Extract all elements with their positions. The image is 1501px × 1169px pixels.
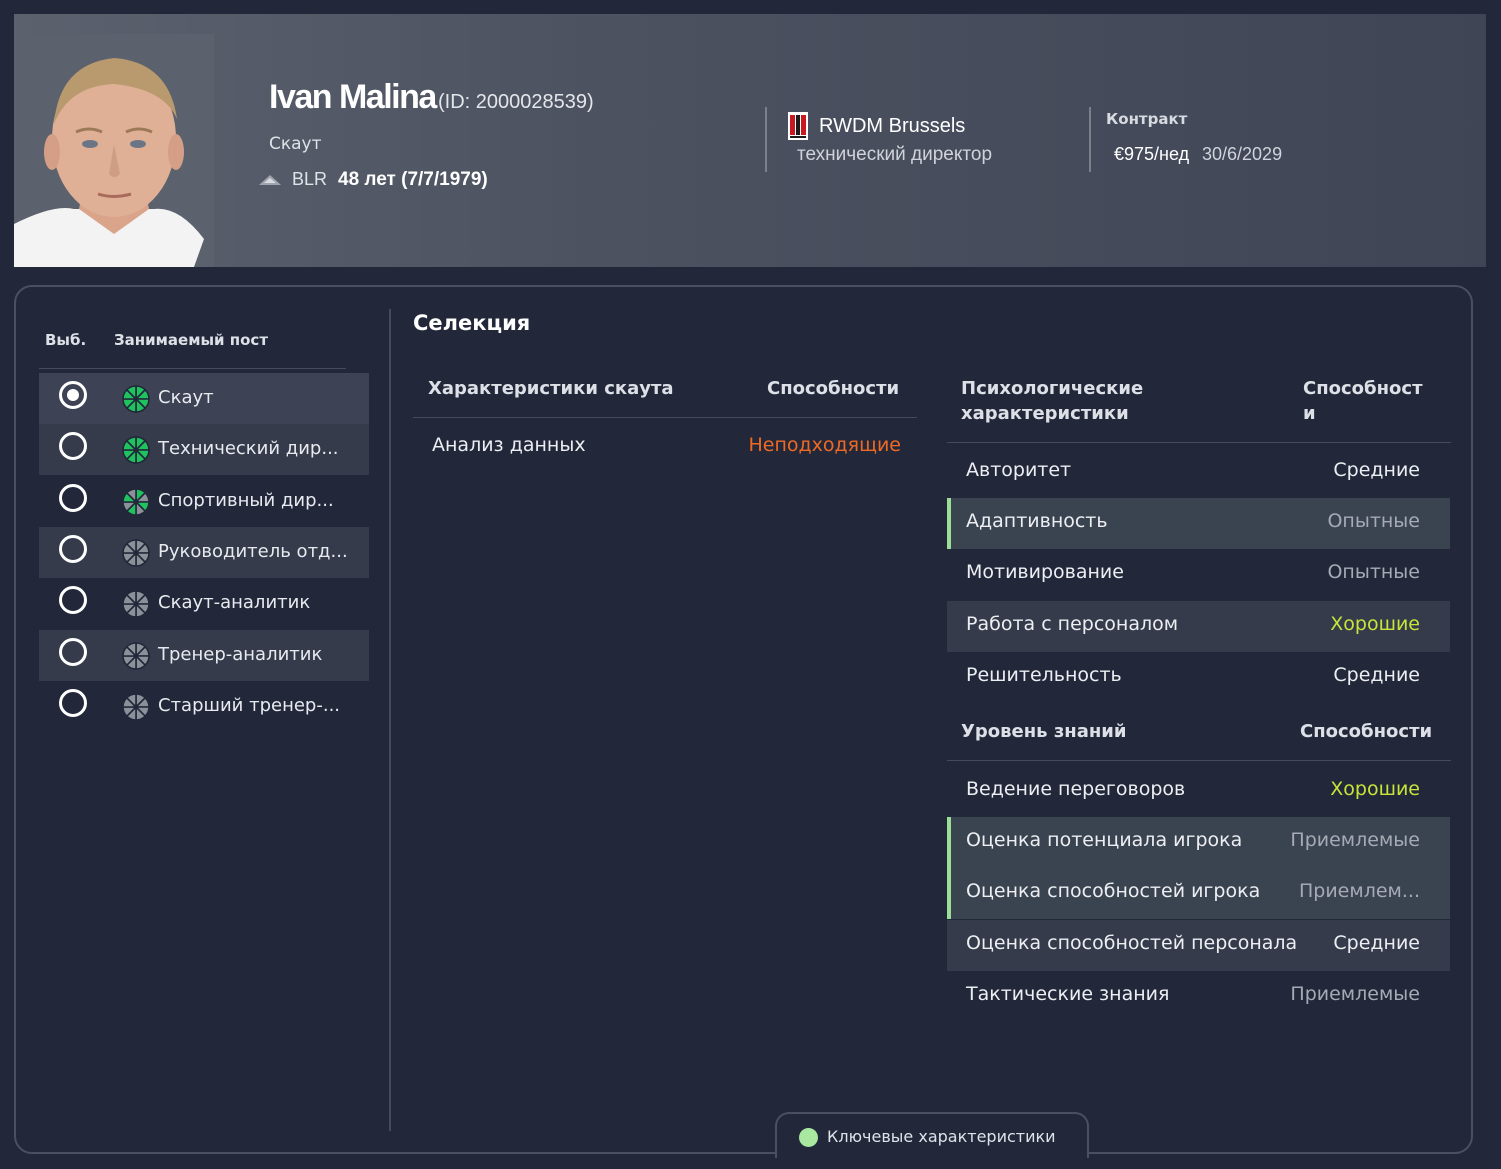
staff-id: (ID: 2000028539) bbox=[438, 91, 594, 113]
role-rating-icon bbox=[121, 384, 151, 414]
knowledge-header-divider bbox=[947, 760, 1451, 761]
attribute-row[interactable]: Мотивирование Опытные bbox=[947, 549, 1450, 600]
main-panel: Выб. Занимаемый пост Скаут Технический ди… bbox=[14, 285, 1473, 1158]
attribute-row[interactable]: Решительность Средние bbox=[947, 652, 1450, 703]
attribute-row[interactable]: Адаптивность Опытные bbox=[947, 498, 1450, 550]
header-divider bbox=[765, 107, 767, 172]
attribute-name: Оценка способностей персонала bbox=[966, 931, 1298, 954]
col-select-header: Выб. bbox=[45, 331, 87, 349]
attribute-row[interactable]: Авторитет Средние bbox=[947, 447, 1450, 498]
role-label: Технический дир... bbox=[158, 438, 339, 460]
role-label: Спортивный дир... bbox=[158, 489, 334, 511]
nationality[interactable]: BLR bbox=[292, 169, 327, 190]
attribute-row[interactable]: Работа с персоналом Хорошие bbox=[947, 600, 1450, 652]
attribute-value: Опытные bbox=[1327, 510, 1420, 533]
header-divider bbox=[1089, 107, 1091, 172]
roles-header-divider bbox=[39, 368, 346, 369]
age-dob: 48 лет (7/7/1979) bbox=[338, 169, 488, 190]
section-title: Селекция bbox=[413, 311, 531, 335]
scout-header-name[interactable]: Характеристики скаута bbox=[428, 376, 674, 401]
role-rating-icon bbox=[121, 538, 151, 568]
role-label: Скаут-аналитик bbox=[158, 592, 311, 614]
role-row[interactable]: Тренер-аналитик bbox=[39, 629, 369, 681]
role-row[interactable]: Технический дир... bbox=[39, 424, 369, 476]
attribute-value: Хорошие bbox=[1330, 778, 1420, 800]
role-radio[interactable] bbox=[59, 483, 87, 512]
scout-header-value[interactable]: Способности bbox=[767, 376, 899, 401]
role-radio[interactable] bbox=[59, 432, 87, 461]
staff-header: Ivan Malina (ID: 2000028539) Скаут BLR 4… bbox=[14, 14, 1486, 267]
attribute-value: Неподходящие bbox=[748, 434, 901, 456]
attribute-name: Мотивирование bbox=[966, 561, 1124, 584]
nation-flag-icon bbox=[255, 172, 285, 188]
attribute-name: Адаптивность bbox=[966, 510, 1108, 533]
role-row[interactable]: Спортивный дир... bbox=[39, 476, 369, 527]
attribute-name: Авторитет bbox=[966, 459, 1072, 481]
attribute-row[interactable]: Анализ данных Неподходящие bbox=[413, 422, 917, 473]
scout-header-divider bbox=[413, 417, 917, 418]
attribute-name: Работа с персоналом bbox=[966, 612, 1179, 635]
legend-label: Ключевые характеристики bbox=[827, 1127, 1056, 1146]
attribute-value: Опытные bbox=[1327, 561, 1420, 584]
staff-role: Скаут bbox=[269, 134, 322, 154]
staff-name: Ivan Malina bbox=[269, 78, 437, 116]
attribute-name: Оценка способностей игрока bbox=[966, 880, 1261, 903]
panel-divider bbox=[389, 309, 391, 1131]
role-rating-icon bbox=[121, 589, 151, 619]
staff-photo bbox=[14, 34, 214, 267]
attribute-row[interactable]: Ведение переговоров Хорошие bbox=[947, 766, 1450, 817]
attribute-name: Решительность bbox=[966, 663, 1122, 686]
attribute-name: Тактические знания bbox=[966, 982, 1170, 1005]
club-role: технический директор bbox=[797, 144, 993, 165]
col-position-header: Занимаемый пост bbox=[114, 331, 269, 349]
attribute-value: Средние bbox=[1333, 931, 1420, 954]
role-label: Руководитель отд... bbox=[158, 540, 348, 562]
attribute-name: Оценка потенциала игрока bbox=[966, 829, 1243, 852]
club-badge-icon bbox=[788, 112, 808, 140]
role-label: Старший тренер-... bbox=[158, 694, 341, 716]
attribute-value: Приемлемые bbox=[1290, 829, 1420, 852]
role-label: Скаут bbox=[158, 387, 214, 408]
attribute-name: Анализ данных bbox=[432, 434, 586, 456]
role-radio[interactable] bbox=[59, 586, 87, 615]
role-row[interactable]: Скаут bbox=[39, 373, 369, 424]
role-radio[interactable] bbox=[59, 381, 87, 409]
role-radio[interactable] bbox=[59, 637, 87, 666]
role-radio[interactable] bbox=[59, 688, 87, 717]
contract-wage: €975/нед bbox=[1114, 144, 1190, 164]
role-rating-icon bbox=[121, 692, 151, 722]
attribute-name: Ведение переговоров bbox=[966, 778, 1186, 800]
contract-expiry: 30/6/2029 bbox=[1202, 144, 1283, 164]
role-label: Тренер-аналитик bbox=[158, 643, 323, 665]
role-rating-icon bbox=[121, 487, 151, 517]
radio-dot-icon bbox=[67, 389, 79, 401]
psych-header-divider bbox=[947, 442, 1451, 443]
legend: Ключевые характеристики bbox=[775, 1112, 1089, 1158]
role-rating-icon bbox=[121, 641, 151, 671]
attribute-value: Средние bbox=[1333, 663, 1420, 686]
psych-header-value[interactable]: Способност и bbox=[1303, 376, 1428, 426]
role-row[interactable]: Скаут-аналитик bbox=[39, 578, 369, 629]
attribute-row[interactable]: Тактические знания Приемлемые bbox=[947, 971, 1450, 1022]
role-row[interactable]: Руководитель отд... bbox=[39, 526, 369, 578]
contract-label: Контракт bbox=[1106, 110, 1188, 128]
psych-header-name[interactable]: Психологические характеристики bbox=[961, 376, 1191, 426]
attribute-row[interactable]: Оценка способностей игрока Приемлем... bbox=[947, 868, 1450, 920]
key-attribute-dot-icon bbox=[799, 1128, 818, 1147]
role-rating-icon bbox=[121, 435, 151, 465]
attribute-row[interactable]: Оценка способностей персонала Средние bbox=[947, 919, 1450, 971]
attribute-value: Приемлем... bbox=[1298, 880, 1420, 903]
attribute-value: Хорошие bbox=[1330, 612, 1420, 635]
role-row[interactable]: Старший тренер-... bbox=[39, 681, 369, 732]
knowledge-header-value[interactable]: Способности bbox=[1300, 719, 1432, 744]
attribute-value: Приемлемые bbox=[1290, 982, 1420, 1005]
knowledge-header-name[interactable]: Уровень знаний bbox=[961, 719, 1127, 744]
attribute-row[interactable]: Оценка потенциала игрока Приемлемые bbox=[947, 817, 1450, 869]
role-radio[interactable] bbox=[59, 534, 87, 563]
attribute-value: Средние bbox=[1333, 459, 1420, 481]
club-name[interactable]: RWDM Brussels bbox=[819, 115, 965, 138]
